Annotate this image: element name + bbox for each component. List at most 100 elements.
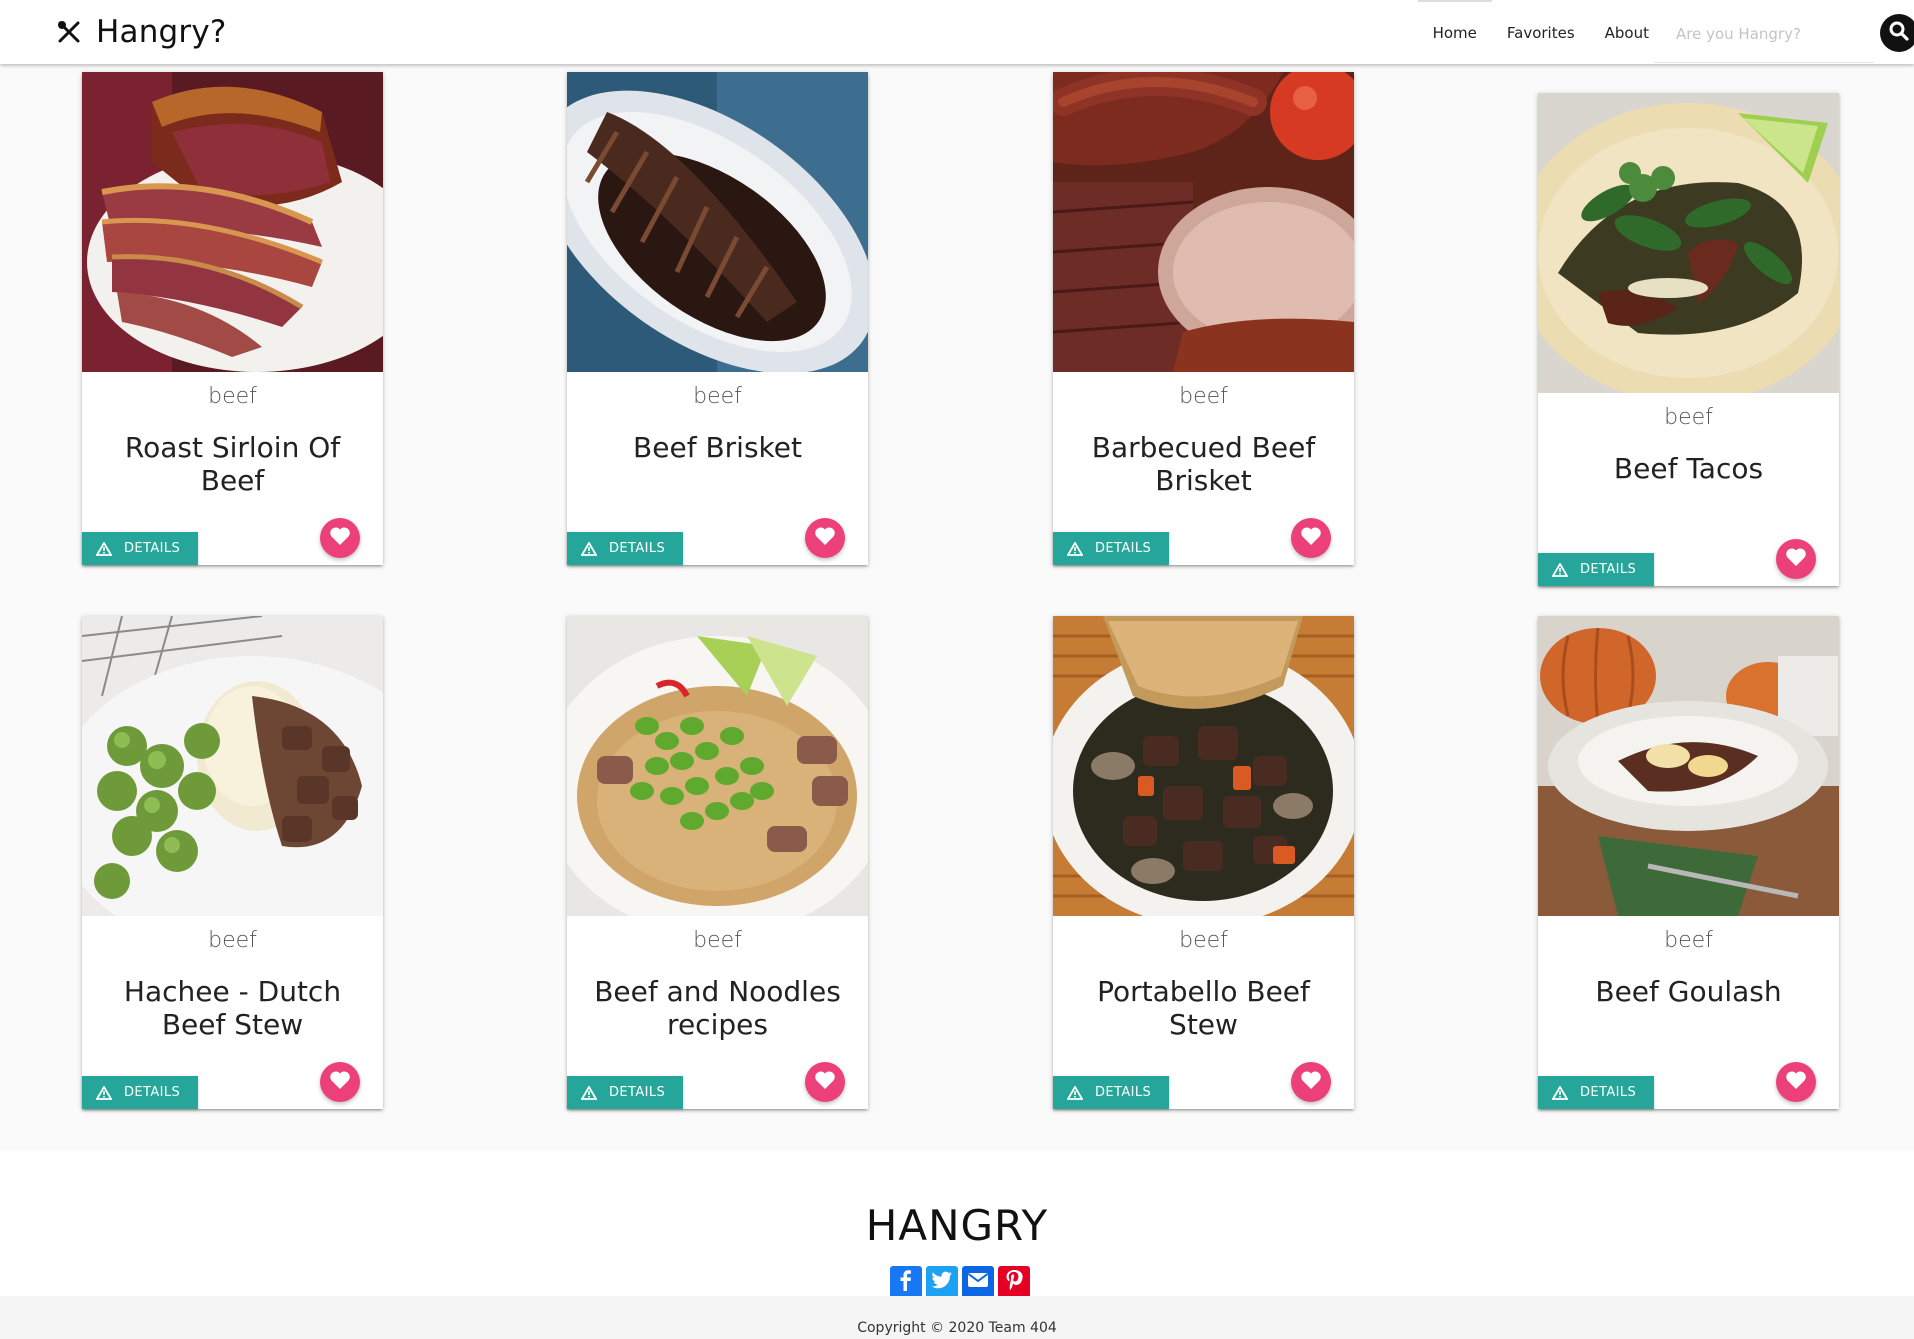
portabello-stew-photo[interactable] <box>1053 616 1354 916</box>
card-title: Hachee - Dutch Beef Stew <box>123 975 342 1041</box>
brand[interactable]: Hangry? <box>56 14 227 50</box>
details-label: DETAILS <box>124 1085 181 1100</box>
recipe-card: beef Hachee - Dutch Beef Stew DETAILS <box>82 616 383 1109</box>
brand-title: Hangry? <box>96 14 227 50</box>
recipe-card: beef Barbecued Beef Brisket DETAILS <box>1053 72 1354 565</box>
card-footer: DETAILS <box>567 1041 868 1109</box>
favorite-button[interactable] <box>1776 1062 1816 1102</box>
details-label: DETAILS <box>1580 1085 1637 1100</box>
card-title: Portabello Beef Stew <box>1097 975 1310 1041</box>
search-button[interactable] <box>1880 14 1914 52</box>
card-title: Beef Goulash <box>1595 975 1782 1008</box>
card-footer: DETAILS <box>82 497 383 565</box>
beef-noodles-photo[interactable] <box>567 616 868 916</box>
details-label: DETAILS <box>1095 1085 1152 1100</box>
recipe-card: beef Beef Tacos DETAILS <box>1538 93 1839 586</box>
recipe-grid: beef Roast Sirloin Of Beef DETAILS beef … <box>0 0 1914 1150</box>
beef-goulash-photo[interactable] <box>1538 616 1839 916</box>
footer-title: HANGRY <box>865 1201 1049 1250</box>
favorite-button[interactable] <box>1776 539 1816 579</box>
card-title: Roast Sirloin Of Beef <box>124 431 341 497</box>
favorite-button[interactable] <box>805 1062 845 1102</box>
favorite-button[interactable] <box>320 518 360 558</box>
card-title: Beef Brisket <box>633 431 802 464</box>
warning-icon <box>96 1085 112 1100</box>
recipe-card: beef Beef and Noodles recipes DETAILS <box>567 616 868 1109</box>
warning-icon <box>1067 1085 1083 1100</box>
recipe-card: beef Beef Goulash DETAILS <box>1538 616 1839 1109</box>
card-category: beef <box>693 384 742 409</box>
share-buttons <box>890 1266 1030 1298</box>
heart-icon <box>1785 1070 1807 1095</box>
details-label: DETAILS <box>124 541 181 556</box>
warning-icon <box>1552 562 1568 577</box>
copyright-text: Copyright © 2020 Team 404 <box>857 1320 1057 1336</box>
details-label: DETAILS <box>1580 562 1637 577</box>
details-button[interactable]: DETAILS <box>1053 1076 1169 1109</box>
email-share-button[interactable] <box>962 1266 994 1298</box>
pinterest-share-button[interactable] <box>998 1266 1030 1298</box>
recipe-card: beef Beef Brisket DETAILS <box>567 72 868 565</box>
navbar: Hangry? Home Favorites About <box>0 0 1914 64</box>
hachee-photo[interactable] <box>82 616 383 916</box>
pinterest-icon <box>1005 1269 1023 1296</box>
details-label: DETAILS <box>609 1085 666 1100</box>
card-category: beef <box>1179 384 1228 409</box>
details-button[interactable]: DETAILS <box>82 532 198 565</box>
beef-brisket-photo[interactable] <box>567 72 868 372</box>
details-label: DETAILS <box>609 541 666 556</box>
heart-icon <box>329 526 351 551</box>
details-button[interactable]: DETAILS <box>567 1076 683 1109</box>
fork-knife-icon <box>56 19 82 45</box>
card-category: beef <box>1664 405 1713 430</box>
card-category: beef <box>1664 928 1713 953</box>
card-category: beef <box>208 928 257 953</box>
heart-icon <box>814 1070 836 1095</box>
heart-icon <box>1300 526 1322 551</box>
nav-link-favorites[interactable]: Favorites <box>1492 0 1590 64</box>
search-input[interactable] <box>1676 20 1876 48</box>
card-category: beef <box>693 928 742 953</box>
card-footer: DETAILS <box>1538 518 1839 586</box>
details-button[interactable]: DETAILS <box>567 532 683 565</box>
warning-icon <box>581 1085 597 1100</box>
warning-icon <box>581 541 597 556</box>
details-button[interactable]: DETAILS <box>1053 532 1169 565</box>
heart-icon <box>329 1070 351 1095</box>
card-footer: DETAILS <box>82 1041 383 1109</box>
warning-icon <box>1067 541 1083 556</box>
heart-icon <box>1785 547 1807 572</box>
roast-sirloin-photo[interactable] <box>82 72 383 372</box>
warning-icon <box>96 541 112 556</box>
details-button[interactable]: DETAILS <box>1538 553 1654 586</box>
card-title: Beef Tacos <box>1613 452 1764 485</box>
facebook-icon <box>896 1269 916 1296</box>
nav-link-home[interactable]: Home <box>1417 0 1493 64</box>
nav-link-about[interactable]: About <box>1590 0 1664 64</box>
favorite-button[interactable] <box>805 518 845 558</box>
card-footer: DETAILS <box>1053 497 1354 565</box>
favorite-button[interactable] <box>320 1062 360 1102</box>
beef-tacos-photo[interactable] <box>1538 93 1839 393</box>
details-label: DETAILS <box>1095 541 1152 556</box>
card-title: Barbecued Beef Brisket <box>1091 431 1316 497</box>
search-underline <box>1654 62 1874 63</box>
card-category: beef <box>208 384 257 409</box>
favorite-button[interactable] <box>1291 518 1331 558</box>
card-title: Beef and Noodles recipes <box>594 975 841 1041</box>
card-footer: DETAILS <box>1538 1041 1839 1109</box>
heart-icon <box>814 526 836 551</box>
barbecued-brisket-photo[interactable] <box>1053 72 1354 372</box>
nav-links: Home Favorites About <box>1417 0 1664 64</box>
recipe-card: beef Portabello Beef Stew DETAILS <box>1053 616 1354 1109</box>
details-button[interactable]: DETAILS <box>1538 1076 1654 1109</box>
favorite-button[interactable] <box>1291 1062 1331 1102</box>
heart-icon <box>1300 1070 1322 1095</box>
facebook-share-button[interactable] <box>890 1266 922 1298</box>
twitter-icon <box>931 1270 953 1295</box>
card-footer: DETAILS <box>567 497 868 565</box>
twitter-share-button[interactable] <box>926 1266 958 1298</box>
details-button[interactable]: DETAILS <box>82 1076 198 1109</box>
search-icon <box>1888 20 1910 47</box>
card-category: beef <box>1179 928 1228 953</box>
